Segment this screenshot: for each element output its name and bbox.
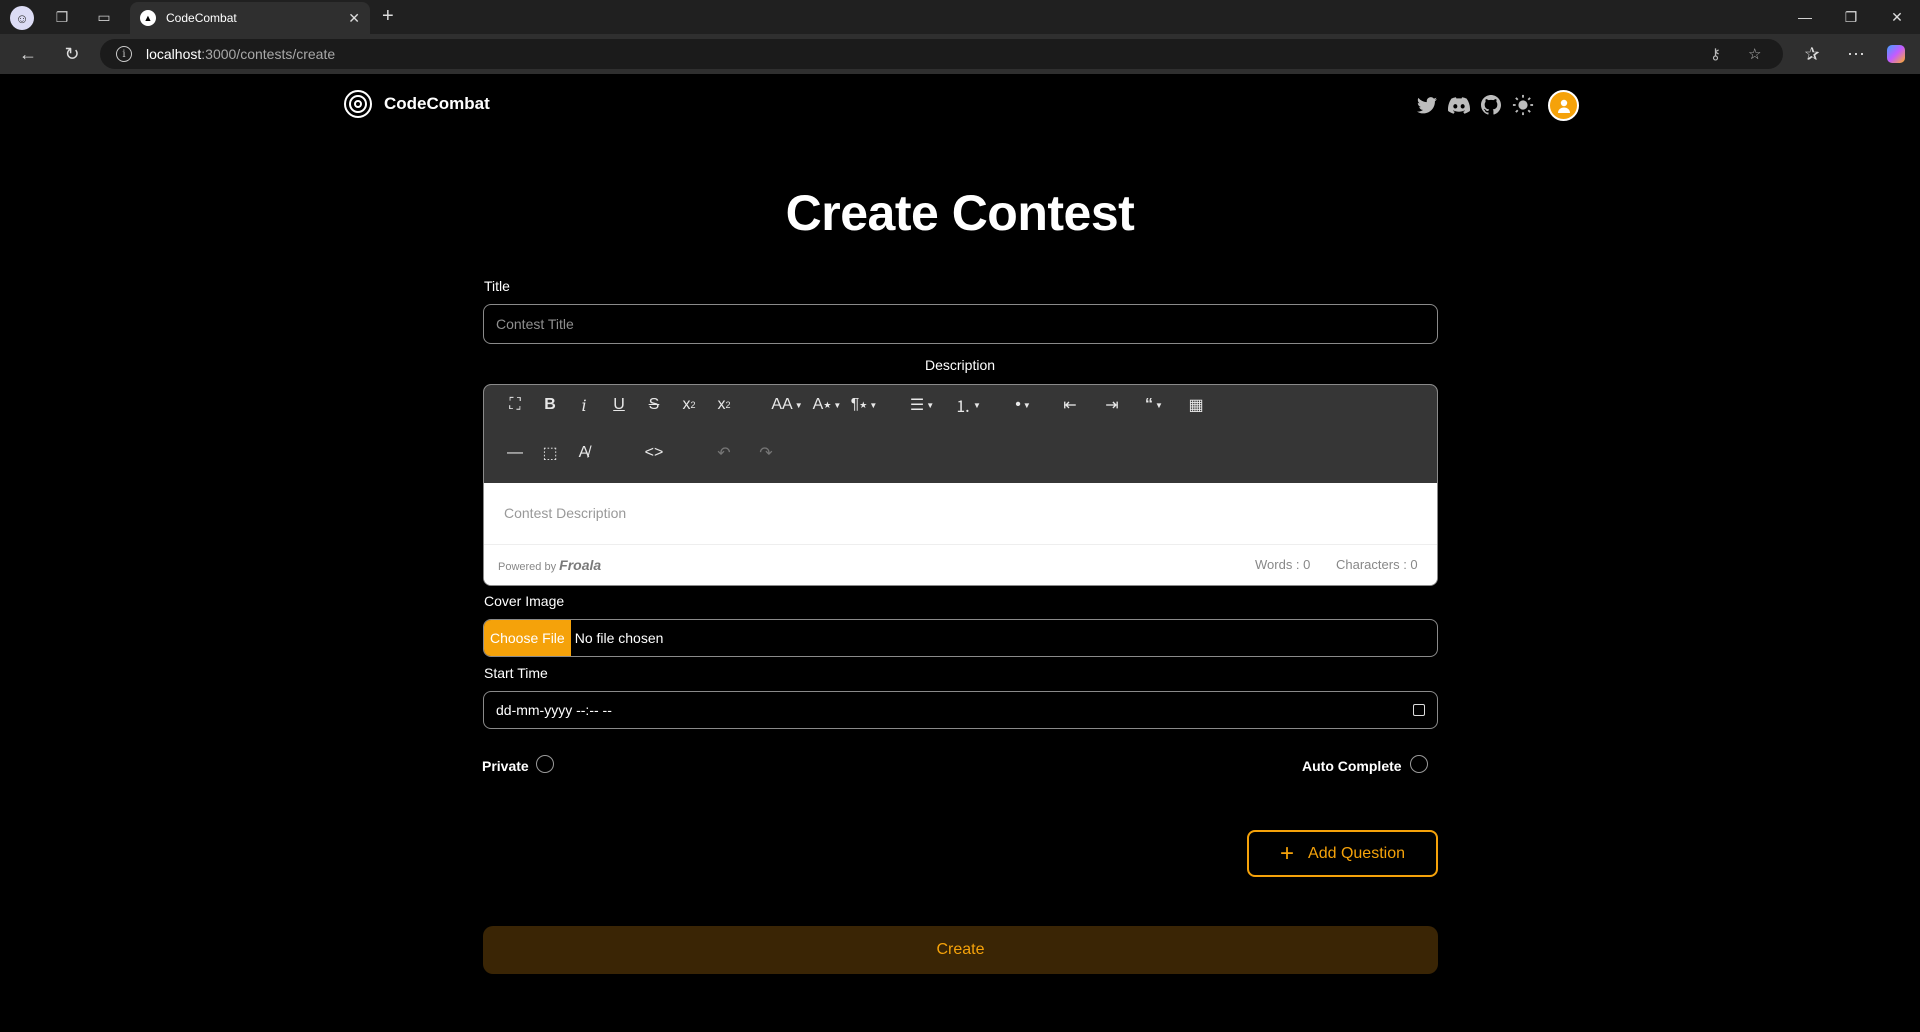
unordered-list-icon[interactable]: • ▼ bbox=[1001, 391, 1045, 419]
editor-toolbar: ⛶ B i U S x2 x2 AA ▼ A ★ ▼ ¶ ★ ▼ ☰ ▼ ⒈ ▼ • ▼ ⇤… bbox=[484, 385, 1437, 483]
table-icon[interactable]: ▦ bbox=[1182, 391, 1210, 419]
underline-icon[interactable]: U bbox=[605, 391, 633, 419]
back-icon[interactable]: ← bbox=[16, 43, 40, 65]
font-size-icon[interactable]: AA ▼ bbox=[769, 391, 805, 419]
tab-title: CodeCombat bbox=[166, 11, 237, 25]
favorites-icon[interactable]: ✰ bbox=[1800, 43, 1824, 65]
browser-tab[interactable]: ▲ CodeCombat ✕ bbox=[130, 2, 370, 34]
description-editor: ⛶ B i U S x2 x2 AA ▼ A ★ ▼ ¶ ★ ▼ ☰ ▼ ⒈ ▼ • ▼ ⇤… bbox=[483, 384, 1438, 586]
align-icon[interactable]: ☰ ▼ bbox=[904, 391, 940, 419]
discord-icon[interactable] bbox=[1448, 94, 1470, 116]
new-tab-icon[interactable]: + bbox=[382, 6, 394, 26]
editor-placeholder: Contest Description bbox=[504, 505, 627, 521]
editor-footer: Powered by Froala Words : 0 Characters :… bbox=[484, 545, 1437, 585]
title-label: Title bbox=[484, 278, 510, 294]
indent-icon[interactable]: ⇥ bbox=[1098, 391, 1126, 419]
more-menu-icon[interactable]: ⋯ bbox=[1844, 43, 1868, 65]
quote-icon[interactable]: “▼ bbox=[1136, 391, 1172, 419]
superscript-icon[interactable]: x2 bbox=[710, 391, 738, 419]
text-color-icon[interactable]: A ★ ▼ bbox=[809, 391, 845, 419]
auto-complete-radio[interactable] bbox=[1410, 755, 1428, 773]
word-count: Words : 0 bbox=[1255, 557, 1311, 572]
address-bar: ← ↻ i localhost:3000/contests/create ⚷ ☆… bbox=[0, 34, 1920, 74]
key-icon[interactable]: ⚷ bbox=[1710, 39, 1721, 69]
workspaces-icon[interactable]: ❐ bbox=[52, 7, 72, 27]
editor-body[interactable]: Contest Description bbox=[484, 483, 1437, 545]
codecombat-logo-icon bbox=[344, 90, 372, 118]
url-host: localhost bbox=[146, 46, 202, 62]
brand[interactable]: CodeCombat bbox=[344, 90, 490, 118]
user-avatar-icon[interactable] bbox=[1548, 90, 1579, 121]
outdent-icon[interactable]: ⇤ bbox=[1056, 391, 1084, 419]
file-status: No file chosen bbox=[574, 630, 664, 646]
cover-image-input[interactable]: Choose File No file chosen bbox=[483, 619, 1438, 657]
private-label: Private bbox=[482, 758, 529, 774]
fullscreen-icon[interactable]: ⛶ bbox=[501, 391, 529, 419]
select-all-icon[interactable]: ⬚ bbox=[536, 439, 564, 467]
powered-by-text: Powered by bbox=[498, 561, 557, 573]
url-path: :3000/contests/create bbox=[201, 46, 336, 62]
start-time-input[interactable]: dd-mm-yyyy --:-- -- bbox=[483, 691, 1438, 729]
strikethrough-icon[interactable]: S bbox=[640, 391, 668, 419]
subscript-icon[interactable]: x2 bbox=[675, 391, 703, 419]
twitter-icon[interactable] bbox=[1416, 94, 1438, 116]
add-question-button[interactable]: + Add Question bbox=[1247, 830, 1438, 877]
tab-close-icon[interactable]: ✕ bbox=[348, 10, 360, 27]
redo-icon[interactable]: ↷ bbox=[752, 439, 780, 467]
cover-image-label: Cover Image bbox=[484, 593, 565, 609]
clear-formatting-icon[interactable]: A̸ bbox=[570, 439, 598, 467]
title-input[interactable] bbox=[483, 304, 1438, 344]
auto-complete-label: Auto Complete bbox=[1302, 758, 1402, 774]
start-time-label: Start Time bbox=[484, 665, 548, 681]
italic-icon[interactable]: i bbox=[570, 391, 598, 419]
close-window-icon[interactable]: ✕ bbox=[1874, 0, 1920, 34]
page-title: Create Contest bbox=[785, 185, 1135, 241]
restore-icon[interactable]: ❐ bbox=[1828, 0, 1874, 34]
character-count: Characters : 0 bbox=[1336, 557, 1418, 572]
paragraph-style-icon[interactable]: ¶ ★ ▼ bbox=[846, 391, 882, 419]
browser-tab-bar: ☺ ❐ ▭ ▲ CodeCombat ✕ + — ❐ ✕ bbox=[0, 0, 1920, 34]
start-time-value: dd-mm-yyyy --:-- -- bbox=[496, 702, 612, 718]
bold-icon[interactable]: B bbox=[536, 391, 564, 419]
add-question-label: Add Question bbox=[1308, 844, 1405, 862]
profile-icon[interactable]: ☺ bbox=[10, 6, 34, 30]
copilot-icon[interactable] bbox=[1884, 43, 1908, 65]
create-label: Create bbox=[936, 941, 985, 958]
powered-by[interactable]: Powered by Froala bbox=[498, 557, 601, 573]
horizontal-line-icon[interactable]: — bbox=[501, 439, 529, 467]
undo-icon[interactable]: ↶ bbox=[710, 439, 738, 467]
theme-toggle-icon[interactable] bbox=[1512, 94, 1534, 116]
url-field[interactable]: i localhost:3000/contests/create ⚷ ☆ bbox=[100, 39, 1783, 69]
description-label: Description bbox=[924, 357, 996, 373]
github-icon[interactable] bbox=[1480, 94, 1502, 116]
favorite-star-icon[interactable]: ☆ bbox=[1748, 39, 1761, 69]
ordered-list-icon[interactable]: ⒈ ▼ bbox=[946, 391, 990, 419]
code-view-icon[interactable]: <> bbox=[640, 439, 668, 467]
brand-name: CodeCombat bbox=[384, 94, 490, 113]
private-radio[interactable] bbox=[536, 755, 554, 773]
calendar-icon[interactable] bbox=[1413, 704, 1425, 716]
froala-logo: Froala bbox=[559, 557, 602, 573]
site-info-icon[interactable]: i bbox=[116, 46, 132, 62]
page: CodeCombat Create Contest Title Descript… bbox=[4, 74, 1916, 1028]
choose-file-button[interactable]: Choose File bbox=[484, 620, 571, 656]
create-button[interactable]: Create bbox=[483, 926, 1438, 974]
vertical-tabs-icon[interactable]: ▭ bbox=[94, 7, 114, 27]
minimize-icon[interactable]: — bbox=[1782, 0, 1828, 34]
reload-icon[interactable]: ↻ bbox=[60, 43, 84, 65]
plus-icon: + bbox=[1280, 839, 1295, 867]
tab-favicon-icon: ▲ bbox=[140, 10, 156, 26]
